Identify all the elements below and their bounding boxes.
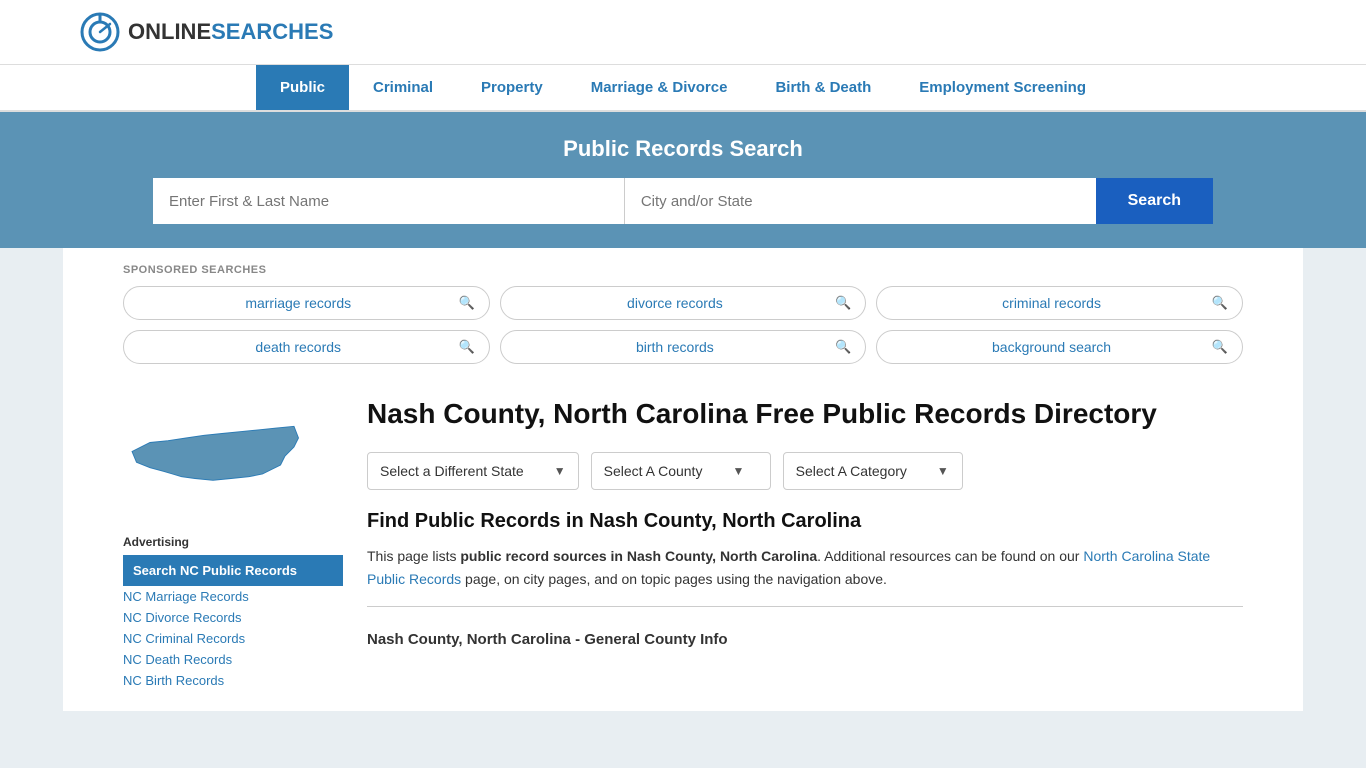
name-input[interactable] [153,178,625,224]
sidebar-link-death[interactable]: NC Death Records [123,649,343,670]
page-title: Nash County, North Carolina Free Public … [367,396,1243,432]
search-icon-1: 🔍 [458,295,474,311]
category-dropdown-label: Select A Category [796,463,907,479]
search-icon-6: 🔍 [1212,339,1228,355]
sidebar: Advertising Search NC Public Records NC … [123,396,343,691]
state-dropdown-label: Select a Different State [380,463,524,479]
search-icon-5: 🔍 [835,339,851,355]
nav-item-birth-death[interactable]: Birth & Death [751,65,895,110]
chevron-down-icon-category: ▼ [937,464,949,478]
sponsored-grid: marriage records 🔍 divorce records 🔍 cri… [123,286,1243,364]
advertising-label: Advertising [123,535,343,549]
logo: ONLINESEARCHES [80,12,333,52]
search-form: Search [153,178,1213,224]
search-button[interactable]: Search [1096,178,1213,224]
county-dropdown[interactable]: Select A County ▼ [591,452,771,490]
nav-item-criminal[interactable]: Criminal [349,65,457,110]
section-divider [367,606,1243,607]
sponsored-pill-criminal[interactable]: criminal records 🔍 [876,286,1243,320]
sponsored-pill-birth[interactable]: birth records 🔍 [500,330,867,364]
sidebar-highlighted-link[interactable]: Search NC Public Records [123,555,343,586]
header: ONLINESEARCHES [0,0,1366,65]
county-dropdown-label: Select A County [604,463,703,479]
chevron-down-icon-county: ▼ [732,464,744,478]
sponsored-pill-death[interactable]: death records 🔍 [123,330,490,364]
main-nav: Public Criminal Property Marriage & Divo… [0,65,1366,112]
nav-item-marriage-divorce[interactable]: Marriage & Divorce [567,65,752,110]
find-heading: Find Public Records in Nash County, Nort… [367,510,1243,533]
sponsored-pill-background[interactable]: background search 🔍 [876,330,1243,364]
search-icon-2: 🔍 [835,295,851,311]
dropdown-row: Select a Different State ▼ Select A Coun… [367,452,1243,490]
sidebar-link-marriage[interactable]: NC Marriage Records [123,586,343,607]
main-content: SPONSORED SEARCHES marriage records 🔍 di… [63,248,1303,711]
search-banner: Public Records Search Search [0,112,1366,248]
county-info-heading: Nash County, North Carolina - General Co… [367,623,1243,652]
category-dropdown[interactable]: Select A Category ▼ [783,452,963,490]
find-section: Find Public Records in Nash County, Nort… [367,510,1243,652]
sidebar-link-birth[interactable]: NC Birth Records [123,670,343,691]
sponsored-section: SPONSORED SEARCHES marriage records 🔍 di… [123,248,1243,376]
sponsored-label: SPONSORED SEARCHES [123,264,1243,276]
location-input[interactable] [625,178,1096,224]
sponsored-pill-divorce[interactable]: divorce records 🔍 [500,286,867,320]
chevron-down-icon-state: ▼ [554,464,566,478]
logo-icon [80,12,120,52]
nav-item-public[interactable]: Public [256,65,349,110]
find-body: This page lists public record sources in… [367,545,1243,590]
search-icon-3: 🔍 [1212,295,1228,311]
logo-text: ONLINESEARCHES [128,19,333,45]
sidebar-link-divorce[interactable]: NC Divorce Records [123,607,343,628]
nav-item-property[interactable]: Property [457,65,567,110]
nc-map-svg [123,396,303,516]
sponsored-pill-marriage[interactable]: marriage records 🔍 [123,286,490,320]
nav-item-employment[interactable]: Employment Screening [895,65,1110,110]
search-icon-4: 🔍 [458,339,474,355]
find-body-bold: public record sources in Nash County, No… [460,548,817,564]
search-banner-title: Public Records Search [80,136,1286,162]
content-area: Advertising Search NC Public Records NC … [123,376,1243,711]
state-dropdown[interactable]: Select a Different State ▼ [367,452,579,490]
sidebar-link-criminal[interactable]: NC Criminal Records [123,628,343,649]
article: Nash County, North Carolina Free Public … [367,396,1243,691]
state-map [123,396,343,519]
